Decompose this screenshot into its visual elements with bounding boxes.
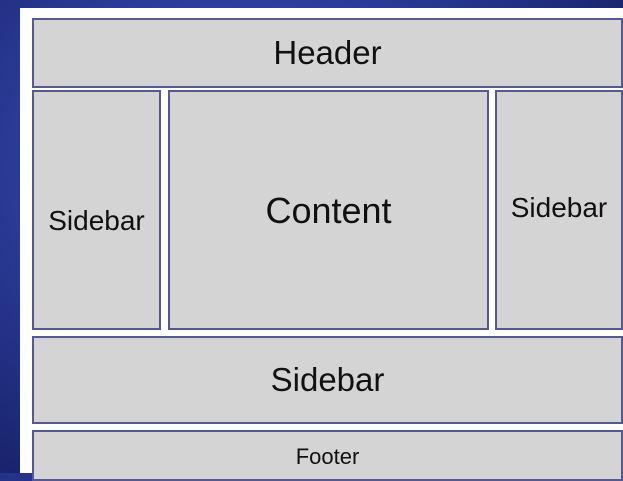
header-label: Header [273,34,382,71]
left-sidebar-label: Sidebar [48,205,145,236]
content-label: Content [265,190,392,231]
footer-block: Footer [32,430,623,481]
wide-sidebar-label: Sidebar [270,361,385,398]
left-sidebar-block: Sidebar [32,90,161,330]
wide-sidebar-block: Sidebar [32,336,623,424]
layout-diagram: Header Sidebar Content Sidebar Sidebar F… [20,8,623,481]
right-sidebar-label: Sidebar [510,192,608,223]
header-block: Header [32,18,623,88]
content-block: Content [168,90,489,330]
footer-label: Footer [295,444,360,469]
right-sidebar-block: Sidebar [495,90,623,330]
